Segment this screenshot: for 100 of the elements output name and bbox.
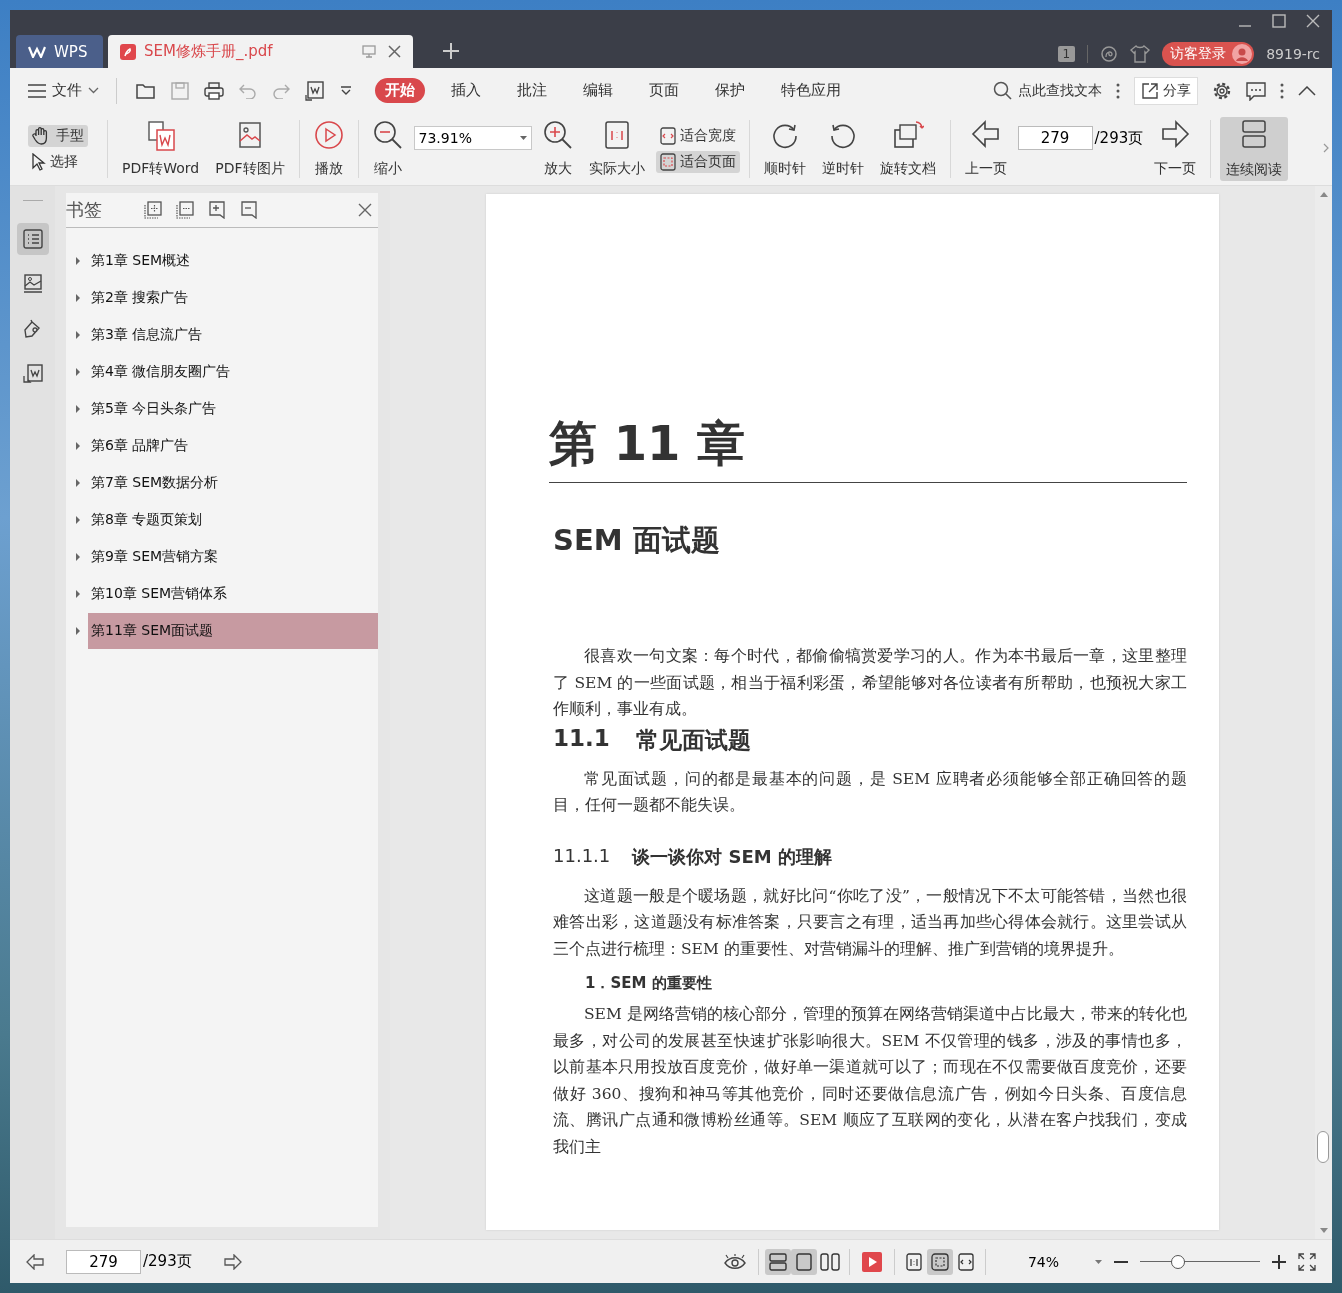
expand-triangle-icon[interactable] [75, 552, 81, 561]
ribbon-tab[interactable]: 开始 [375, 78, 425, 103]
ribbon-tab[interactable]: 保护 [705, 78, 755, 103]
page-number-field[interactable]: 279 [66, 1249, 141, 1274]
expand-triangle-icon[interactable] [75, 589, 81, 598]
actual-size-button[interactable]: 实际大小 [583, 118, 650, 180]
expand-all-icon[interactable] [144, 201, 162, 219]
bookmarks-tab[interactable] [16, 223, 49, 255]
rotate-counterclockwise-button[interactable]: 逆时针 [816, 118, 869, 180]
bookmark-item[interactable]: 第7章 SEM数据分析 [88, 464, 378, 501]
ribbon-tab[interactable]: 插入 [441, 78, 491, 103]
ribbon-tab[interactable]: 页面 [639, 78, 689, 103]
fullscreen-icon[interactable] [1298, 1252, 1316, 1271]
home-tab[interactable]: WPS [16, 35, 103, 68]
vertical-scrollbar[interactable] [1315, 186, 1332, 1239]
guest-login-button[interactable]: 访客登录 [1162, 42, 1255, 66]
next-page-button[interactable]: 下一页 [1149, 118, 1202, 180]
eye-icon[interactable] [723, 1253, 746, 1270]
play-icon[interactable] [861, 1251, 882, 1272]
close-icon[interactable] [358, 203, 372, 217]
remove-bookmark-icon[interactable] [240, 201, 258, 219]
list-icon [22, 229, 43, 249]
expand-triangle-icon[interactable] [75, 478, 81, 487]
document-tab[interactable]: SEM修炼手册_.pdf [108, 35, 413, 68]
ribbon-tab[interactable]: 编辑 [573, 78, 623, 103]
page-number-field[interactable]: 279 [1017, 126, 1093, 150]
close-icon[interactable] [388, 45, 401, 58]
bookmark-item[interactable]: 第9章 SEM营销方案 [88, 538, 378, 575]
continuous-reading-button[interactable]: 连续阅读 [1220, 117, 1289, 181]
bookmark-item[interactable]: 第3章 信息流广告 [88, 316, 378, 353]
bookmark-item[interactable]: 第6章 品牌广告 [88, 427, 378, 464]
collapse-all-icon[interactable] [176, 201, 194, 219]
previous-page-arrow-icon[interactable] [26, 1253, 44, 1270]
find-text-button[interactable]: 点此查找文本 [993, 81, 1102, 100]
pdf-to-image-button[interactable]: PDF转图片 [210, 118, 290, 180]
continuous-view-button[interactable] [764, 1248, 791, 1275]
new-tab-plus-icon[interactable] [443, 43, 459, 59]
close-icon[interactable] [1306, 14, 1320, 28]
image-icon [22, 274, 43, 294]
dropdown-icon[interactable] [340, 85, 352, 96]
previous-page-button[interactable]: 上一页 [959, 118, 1012, 180]
hand-tool-button[interactable]: 手型 [28, 125, 88, 147]
panel-title: 书签 [66, 198, 102, 222]
bookmark-item[interactable]: 第5章 今日头条广告 [88, 390, 378, 427]
bookmark-item[interactable]: 第4章 微信朋友圈广告 [88, 353, 378, 390]
export-icon[interactable] [305, 80, 325, 101]
pdf-to-word-button[interactable]: PDF转Word [117, 118, 205, 180]
share-button[interactable]: 分享 [1134, 76, 1198, 105]
swirl-icon[interactable] [1100, 45, 1119, 63]
select-tool-button[interactable]: 选择 [28, 151, 82, 173]
bookmark-item[interactable]: 第10章 SEM营销体系 [88, 575, 378, 612]
zoom-out-button[interactable]: 缩小 [367, 118, 408, 180]
next-page-arrow-icon[interactable] [223, 1253, 242, 1270]
document-convert-icon [22, 364, 43, 384]
expand-triangle-icon[interactable] [75, 330, 81, 339]
scroll-up-icon[interactable] [1319, 192, 1328, 197]
expand-triangle-icon[interactable] [75, 367, 81, 376]
bookmark-item[interactable]: 第1章 SEM概述 [88, 242, 378, 279]
expand-triangle-icon[interactable] [75, 293, 81, 302]
expand-triangle-icon[interactable] [75, 256, 81, 265]
zoom-dropdown[interactable]: 73.91% [413, 126, 532, 150]
play-button[interactable]: 播放 [308, 118, 349, 180]
expand-triangle-icon[interactable] [75, 626, 81, 635]
scroll-down-icon[interactable] [1319, 1228, 1328, 1233]
zoom-slider[interactable] [1140, 1253, 1260, 1270]
comment-icon[interactable] [1246, 80, 1266, 101]
single-page-view-button[interactable] [790, 1248, 817, 1275]
zoom-in-button[interactable]: 放大 [537, 118, 578, 180]
fit-width-button[interactable]: 适合宽度 [655, 125, 740, 147]
add-bookmark-icon[interactable] [208, 201, 226, 219]
section-number: 11.1 [553, 724, 610, 753]
zoom-out-minus-icon[interactable] [1114, 1260, 1128, 1263]
caret-icon[interactable] [1095, 1259, 1102, 1264]
bookmark-item[interactable]: 第8章 专题页策划 [88, 501, 378, 538]
rotate-document-button[interactable]: 旋转文档 [874, 118, 941, 180]
collapse-caret-icon[interactable] [1298, 85, 1316, 96]
window-count-badge[interactable]: 1 [1057, 46, 1076, 62]
fit-page-button[interactable]: 适合页面 [655, 151, 740, 173]
ribbon-tab[interactable]: 特色应用 [771, 78, 851, 103]
page-total: /293页 [1094, 128, 1144, 148]
rotate-clockwise-button[interactable]: 顺时针 [758, 118, 811, 180]
expand-triangle-icon[interactable] [75, 515, 81, 524]
scrollbar-thumb[interactable] [1317, 1131, 1329, 1163]
settings-icon[interactable] [1212, 80, 1232, 101]
print-icon[interactable] [204, 81, 224, 100]
slider-thumb[interactable] [1171, 1254, 1186, 1269]
zoom-in-plus-icon[interactable] [1272, 1254, 1286, 1269]
bookmark-item[interactable]: 第2章 搜索广告 [88, 279, 378, 316]
expand-triangle-icon[interactable] [75, 441, 81, 450]
maximize-icon[interactable] [1272, 14, 1286, 28]
more-icon[interactable] [1116, 82, 1120, 99]
expand-triangle-icon[interactable] [75, 404, 81, 413]
ribbon-tab[interactable]: 批注 [507, 78, 557, 103]
folder-icon[interactable] [136, 81, 156, 100]
more-icon[interactable] [1280, 82, 1284, 99]
shirt-icon[interactable] [1130, 45, 1151, 63]
fit-page-button[interactable] [926, 1248, 953, 1275]
bookmark-item[interactable]: 第11章 SEM面试题 [88, 612, 378, 649]
file-menu[interactable]: 文件 [28, 81, 99, 100]
single-page-icon [795, 1252, 812, 1271]
